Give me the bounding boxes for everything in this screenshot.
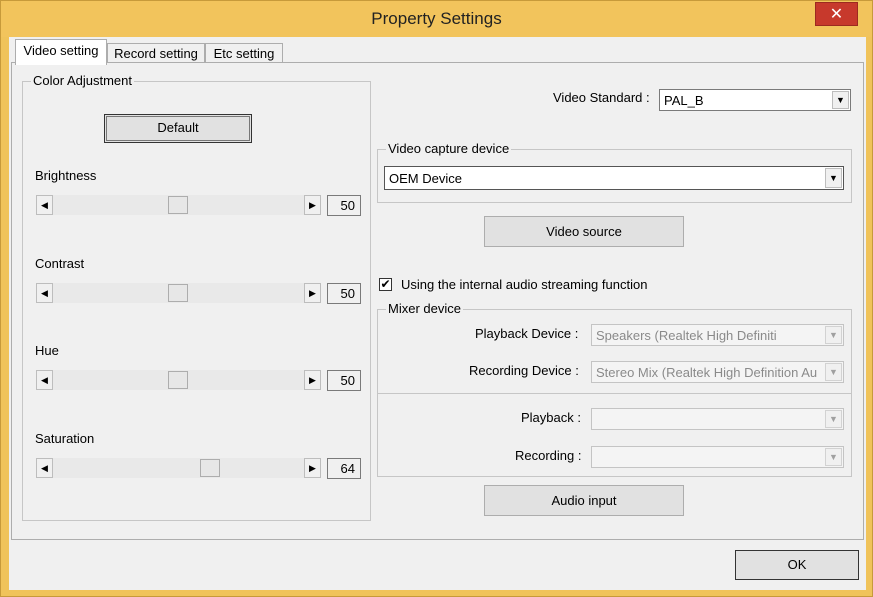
recording-device-value: Stereo Mix (Realtek High Definition Au (596, 365, 818, 380)
recording-select[interactable]: ▼ (591, 446, 844, 468)
playback-device-select[interactable]: Speakers (Realtek High Definiti ▼ (591, 324, 844, 346)
mixer-device-group: Mixer device Playback Device : Speakers … (377, 301, 852, 477)
video-capture-device-select[interactable]: OEM Device ▼ (384, 166, 844, 190)
slider-right-arrow-icon[interactable]: ▶ (304, 283, 321, 303)
video-standard-value: PAL_B (664, 93, 704, 108)
slider-left-arrow-icon[interactable]: ◀ (36, 370, 53, 390)
audio-input-button[interactable]: Audio input (484, 485, 684, 516)
hue-value: 50 (327, 370, 361, 391)
contrast-label: Contrast (35, 256, 85, 271)
mixer-divider (378, 393, 851, 394)
ok-button[interactable]: OK (735, 550, 859, 580)
tab-record-setting[interactable]: Record setting (107, 43, 205, 63)
slider-right-arrow-icon[interactable]: ▶ (304, 195, 321, 215)
recording-device-label: Recording Device : (469, 363, 579, 378)
chevron-down-icon[interactable]: ▼ (825, 448, 842, 466)
hue-label: Hue (35, 343, 59, 358)
brightness-label: Brightness (35, 168, 97, 183)
slider-thumb[interactable] (168, 371, 188, 389)
video-source-button[interactable]: Video source (484, 216, 684, 247)
slider-thumb[interactable] (200, 459, 220, 477)
slider-thumb[interactable] (168, 196, 188, 214)
default-button[interactable]: Default (104, 114, 252, 143)
close-button[interactable]: ✕ (815, 2, 858, 26)
video-capture-device-group: Video capture device OEM Device ▼ (377, 141, 852, 203)
slider-track[interactable] (36, 458, 321, 478)
playback-label: Playback : (521, 410, 581, 425)
video-capture-device-value: OEM Device (389, 171, 462, 186)
slider-right-arrow-icon[interactable]: ▶ (304, 370, 321, 390)
tab-etc-setting[interactable]: Etc setting (205, 43, 283, 63)
dialog-client-area: Video setting Record setting Etc setting… (9, 37, 866, 590)
video-standard-select[interactable]: PAL_B ▼ (659, 89, 851, 111)
color-adjustment-label: Color Adjustment (31, 73, 134, 88)
slider-left-arrow-icon[interactable]: ◀ (36, 283, 53, 303)
window-title: Property Settings (371, 9, 502, 28)
slider-thumb[interactable] (168, 284, 188, 302)
internal-audio-streaming-checkbox[interactable]: ✔ (379, 278, 392, 291)
chevron-down-icon[interactable]: ▼ (825, 326, 842, 344)
internal-audio-streaming-label[interactable]: Using the internal audio streaming funct… (401, 277, 647, 292)
playback-select[interactable]: ▼ (591, 408, 844, 430)
chevron-down-icon[interactable]: ▼ (825, 410, 842, 428)
chevron-down-icon[interactable]: ▼ (825, 168, 842, 188)
video-capture-device-label: Video capture device (386, 141, 512, 156)
chevron-down-icon[interactable]: ▼ (832, 91, 849, 109)
saturation-label: Saturation (35, 431, 95, 446)
tab-video-setting[interactable]: Video setting (15, 39, 107, 65)
playback-device-label: Playback Device : (475, 326, 579, 341)
mixer-device-label: Mixer device (386, 301, 463, 316)
video-standard-label: Video Standard : (553, 90, 650, 105)
slider-right-arrow-icon[interactable]: ▶ (304, 458, 321, 478)
chevron-down-icon[interactable]: ▼ (825, 363, 842, 381)
brightness-value: 50 (327, 195, 361, 216)
slider-left-arrow-icon[interactable]: ◀ (36, 458, 53, 478)
recording-device-select[interactable]: Stereo Mix (Realtek High Definition Au ▼ (591, 361, 844, 383)
title-bar[interactable]: Property Settings ✕ (1, 1, 872, 37)
recording-label: Recording : (515, 448, 582, 463)
playback-device-value: Speakers (Realtek High Definiti (596, 328, 777, 343)
saturation-value: 64 (327, 458, 361, 479)
property-settings-window: Property Settings ✕ Video setting Record… (0, 0, 873, 597)
color-adjustment-group: Color Adjustment Default Brightness ◀ ▶ … (22, 73, 371, 521)
video-setting-panel: Color Adjustment Default Brightness ◀ ▶ … (11, 62, 864, 540)
slider-left-arrow-icon[interactable]: ◀ (36, 195, 53, 215)
close-icon: ✕ (829, 6, 844, 23)
contrast-value: 50 (327, 283, 361, 304)
